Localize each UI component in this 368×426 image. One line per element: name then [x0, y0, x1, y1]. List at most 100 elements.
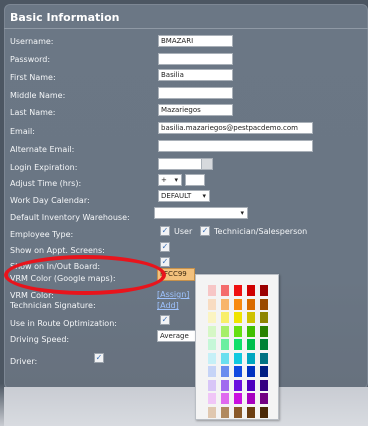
color-swatch[interactable] [247, 393, 255, 404]
use-in-route-optimization-checkbox[interactable]: ✓ [160, 315, 170, 325]
color-swatch[interactable] [260, 325, 268, 337]
work-day-calendar-select[interactable]: DEFAULT ▾ [158, 190, 210, 202]
adjust-time-sign-select[interactable]: + ▾ [158, 174, 182, 186]
last-name-label: Last Name: [10, 108, 56, 117]
employee-type-user-label: User [174, 227, 193, 236]
color-swatch[interactable] [221, 325, 229, 337]
color-picker-popup [195, 274, 279, 420]
chevron-down-icon: ▾ [202, 192, 206, 200]
email-label: Email: [10, 127, 35, 136]
calendar-icon[interactable] [201, 158, 213, 170]
first-name-input[interactable]: Basilia [158, 69, 233, 81]
driver-checkbox[interactable]: ✓ [94, 353, 104, 363]
alternate-email-label: Alternate Email: [10, 145, 75, 154]
color-swatch[interactable] [260, 393, 268, 404]
alternate-email-input[interactable] [158, 140, 313, 152]
color-swatch[interactable] [234, 393, 242, 404]
color-swatch[interactable] [208, 285, 216, 296]
color-swatch[interactable] [247, 352, 255, 364]
color-swatch[interactable] [208, 325, 216, 337]
color-swatch[interactable] [221, 312, 229, 323]
color-swatch[interactable] [234, 325, 242, 337]
vrm-color-google-maps-input[interactable]: FFCC99 [157, 268, 195, 281]
color-swatch[interactable] [208, 298, 216, 310]
work-day-calendar-value: DEFAULT [161, 192, 192, 200]
color-swatch[interactable] [260, 406, 268, 418]
default-inventory-warehouse-select[interactable]: ▾ [154, 207, 248, 219]
color-swatch[interactable] [221, 406, 229, 418]
password-input[interactable] [158, 53, 233, 65]
adjust-time-sign-value: + [161, 176, 167, 184]
add-signature-link[interactable]: [Add] [157, 301, 179, 310]
vrm-color-label: VRM Color: [10, 291, 54, 300]
color-swatch[interactable] [247, 339, 255, 350]
first-name-label: First Name: [10, 73, 56, 82]
adjust-time-label: Adjust Time (hrs): [10, 179, 82, 188]
color-swatch[interactable] [208, 366, 216, 377]
color-swatch[interactable] [221, 298, 229, 310]
color-swatch[interactable] [260, 298, 268, 310]
employee-type-label: Employee Type: [10, 230, 74, 239]
color-swatch[interactable] [221, 379, 229, 391]
color-swatch[interactable] [234, 285, 242, 296]
work-day-calendar-label: Work Day Calendar: [10, 196, 90, 205]
vrm-color-google-maps-label: VRM Color (Google maps): [10, 274, 116, 283]
color-swatch[interactable] [260, 379, 268, 391]
title-divider [4, 28, 368, 29]
panel-title: Basic Information [10, 11, 120, 24]
color-swatch[interactable] [221, 339, 229, 350]
color-swatch[interactable] [234, 352, 242, 364]
color-swatch[interactable] [260, 339, 268, 350]
email-input[interactable]: basilia.mazariegos@pestpacdemo.com [158, 122, 313, 134]
employee-type-technician-checkbox[interactable]: ✓ [200, 226, 210, 236]
show-on-in-out-board-checkbox[interactable]: ✓ [160, 257, 170, 267]
color-swatch[interactable] [208, 393, 216, 404]
color-swatch[interactable] [234, 312, 242, 323]
color-swatch[interactable] [260, 366, 268, 377]
color-swatch[interactable] [221, 285, 229, 296]
color-swatch[interactable] [260, 312, 268, 323]
chevron-down-icon: ▾ [240, 209, 244, 217]
color-swatch[interactable] [247, 366, 255, 377]
assign-vrm-color-link[interactable]: [Assign] [157, 290, 189, 299]
show-on-in-out-board-label: Show on In/Out Board: [10, 262, 101, 271]
login-expiration-label: Login Expiration: [10, 163, 78, 172]
color-swatch[interactable] [260, 352, 268, 364]
username-input[interactable]: BMAZARI [158, 35, 233, 47]
middle-name-label: Middle Name: [10, 91, 66, 100]
color-swatch[interactable] [247, 298, 255, 310]
color-swatch[interactable] [247, 379, 255, 391]
color-swatch[interactable] [247, 285, 255, 296]
login-expiration-input[interactable] [158, 158, 202, 170]
color-swatch[interactable] [234, 298, 242, 310]
color-swatch[interactable] [234, 406, 242, 418]
color-swatch[interactable] [208, 352, 216, 364]
color-swatch[interactable] [234, 379, 242, 391]
driver-label: Driver: [10, 357, 38, 366]
color-swatch[interactable] [208, 312, 216, 323]
employee-type-technician-label: Technician/Salesperson [214, 227, 308, 236]
last-name-input[interactable]: Mazariegos [158, 104, 233, 116]
middle-name-input[interactable] [158, 87, 233, 99]
driving-speed-value: Average [160, 332, 189, 340]
show-on-appt-screens-label: Show on Appt. Screens: [10, 246, 105, 255]
color-swatch[interactable] [208, 406, 216, 418]
color-swatch[interactable] [234, 366, 242, 377]
color-swatch[interactable] [247, 312, 255, 323]
color-swatch[interactable] [208, 379, 216, 391]
color-swatch[interactable] [260, 285, 268, 296]
show-on-appt-screens-checkbox[interactable]: ✓ [160, 242, 170, 252]
color-swatch[interactable] [247, 406, 255, 418]
color-swatch[interactable] [221, 352, 229, 364]
driving-speed-label: Driving Speed: [10, 335, 70, 344]
employee-type-user-checkbox[interactable]: ✓ [160, 226, 170, 236]
color-swatch[interactable] [247, 325, 255, 337]
color-swatch[interactable] [208, 339, 216, 350]
password-label: Password: [10, 55, 51, 64]
footer-area [4, 387, 368, 426]
adjust-time-hours-input[interactable] [185, 174, 205, 186]
technician-signature-label: Technician Signature: [10, 301, 96, 310]
color-swatch[interactable] [221, 366, 229, 377]
color-swatch[interactable] [221, 393, 229, 404]
color-swatch[interactable] [234, 339, 242, 350]
